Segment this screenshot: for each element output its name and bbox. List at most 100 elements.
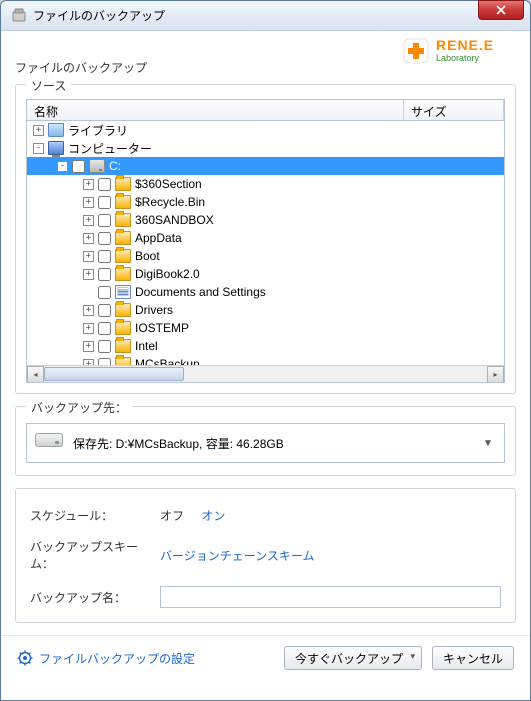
tree-label: Boot (135, 249, 160, 263)
folder-icon (115, 231, 131, 245)
schedule-on-link[interactable]: オン (201, 509, 225, 523)
destination-group: バックアップ先： 保存先: D:¥MCsBackup, 容量: 46.28GB … (15, 406, 516, 476)
checkbox[interactable] (98, 268, 111, 281)
horizontal-scrollbar[interactable]: ◂ ▸ (27, 365, 504, 382)
disk-icon (35, 433, 63, 453)
expand-icon[interactable]: + (83, 305, 94, 316)
folder-icon (115, 177, 131, 191)
collapse-icon[interactable]: - (33, 143, 44, 154)
drive-icon (89, 159, 105, 173)
tree-row[interactable]: +360SANDBOX (27, 211, 504, 229)
destination-text: 保存先: D:¥MCsBackup, 容量: 46.28GB (73, 435, 480, 452)
tree-row[interactable]: + $Recycle.Bin (27, 193, 504, 211)
expand-icon[interactable] (83, 287, 94, 298)
settings-link[interactable]: ファイルバックアップの設定 (17, 650, 195, 667)
tree-label: AppData (135, 231, 182, 245)
checkbox[interactable] (98, 286, 111, 299)
backup-now-button[interactable]: 今すぐバックアップ (284, 646, 422, 670)
close-icon (496, 5, 506, 15)
tree-row[interactable]: + Boot (27, 247, 504, 265)
folder-icon (115, 267, 131, 281)
window: ファイルのバックアップ RENE.E Laboratory ファイルのバックアッ… (0, 0, 531, 701)
brand-sub: Laboratory (436, 54, 494, 64)
tree-label: C: (109, 159, 121, 173)
tree-row[interactable]: + $360Section (27, 175, 504, 193)
settings-icon (17, 650, 33, 666)
library-icon (48, 123, 64, 137)
tree-label: DigiBook2.0 (135, 267, 200, 281)
source-legend: ソース (26, 77, 71, 94)
expand-icon[interactable]: + (83, 233, 94, 244)
expand-icon[interactable]: + (83, 341, 94, 352)
tree-label: Documents and Settings (135, 285, 266, 299)
backup-name-label: バックアップ名： (30, 589, 160, 606)
folder-icon (115, 249, 131, 263)
folder-icon (115, 339, 131, 353)
checkbox[interactable] (98, 214, 111, 227)
expand-icon[interactable]: + (83, 323, 94, 334)
backup-name-input[interactable] (160, 586, 501, 608)
brand-logo: RENE.E Laboratory (400, 33, 520, 69)
options-group: スケジュール： オフ オン バックアップスキーム： バージョンチェーンスキーム … (15, 488, 516, 623)
tree-header: 名称 サイズ (26, 99, 505, 121)
checkbox[interactable] (72, 160, 85, 173)
scroll-thumb[interactable] (44, 367, 184, 381)
folder-icon (115, 195, 131, 209)
expand-icon[interactable]: + (33, 125, 44, 136)
tree-row[interactable]: + DigiBook2.0 (27, 265, 504, 283)
collapse-icon[interactable]: - (57, 161, 68, 172)
footer: ファイルバックアップの設定 今すぐバックアップ キャンセル (1, 635, 530, 684)
expand-icon[interactable]: + (83, 197, 94, 208)
tree-row[interactable]: + AppData (27, 229, 504, 247)
scheme-label: バックアップスキーム： (30, 538, 160, 572)
col-name[interactable]: 名称 (27, 100, 404, 120)
tree-label: Intel (135, 339, 158, 353)
scroll-left-button[interactable]: ◂ (27, 366, 44, 383)
expand-icon[interactable]: + (83, 215, 94, 226)
schedule-off-value: オフ (160, 509, 184, 523)
scroll-right-button[interactable]: ▸ (487, 366, 504, 383)
checkbox[interactable] (98, 340, 111, 353)
app-icon (11, 8, 27, 24)
brand-name: RENE.E (436, 38, 494, 53)
tree-label: Drivers (135, 303, 173, 317)
scheme-link[interactable]: バージョンチェーンスキーム (160, 549, 315, 563)
tree-row[interactable]: + Intel (27, 337, 504, 355)
tree-row-drive-c[interactable]: - C: (27, 157, 504, 175)
tree-label: 360SANDBOX (135, 213, 214, 227)
expand-icon[interactable]: + (83, 179, 94, 190)
checkbox[interactable] (98, 250, 111, 263)
tree-row[interactable]: + Drivers (27, 301, 504, 319)
tree-label: コンピューター (68, 140, 152, 157)
checkbox[interactable] (98, 196, 111, 209)
expand-icon[interactable]: + (83, 269, 94, 280)
folder-icon (115, 321, 131, 335)
checkbox[interactable] (98, 232, 111, 245)
tree-label: $Recycle.Bin (135, 195, 205, 209)
schedule-label: スケジュール： (30, 507, 160, 524)
tree-label: $360Section (135, 177, 202, 191)
tree-label: ライブラリ (68, 122, 128, 139)
chevron-down-icon[interactable]: ▼ (480, 438, 496, 449)
tree-row-libraries[interactable]: + ライブラリ (27, 121, 504, 139)
tree-label: IOSTEMP (135, 321, 189, 335)
cancel-button[interactable]: キャンセル (432, 646, 514, 670)
folder-icon (115, 303, 131, 317)
settings-link-label: ファイルバックアップの設定 (39, 650, 195, 667)
col-size[interactable]: サイズ (404, 100, 504, 120)
tree-row[interactable]: Documents and Settings (27, 283, 504, 301)
checkbox[interactable] (98, 304, 111, 317)
tree-row[interactable]: + IOSTEMP (27, 319, 504, 337)
document-icon (115, 285, 131, 299)
expand-icon[interactable]: + (83, 251, 94, 262)
close-button[interactable] (478, 0, 524, 20)
checkbox[interactable] (98, 178, 111, 191)
titlebar: ファイルのバックアップ (1, 1, 530, 31)
tree-body[interactable]: + ライブラリ - コンピューター - C: (26, 121, 505, 383)
cross-icon (400, 35, 432, 67)
checkbox[interactable] (98, 322, 111, 335)
tree-row-computer[interactable]: - コンピューター (27, 139, 504, 157)
computer-icon (48, 141, 64, 155)
window-title: ファイルのバックアップ (33, 7, 165, 24)
destination-selector[interactable]: 保存先: D:¥MCsBackup, 容量: 46.28GB ▼ (26, 423, 505, 463)
